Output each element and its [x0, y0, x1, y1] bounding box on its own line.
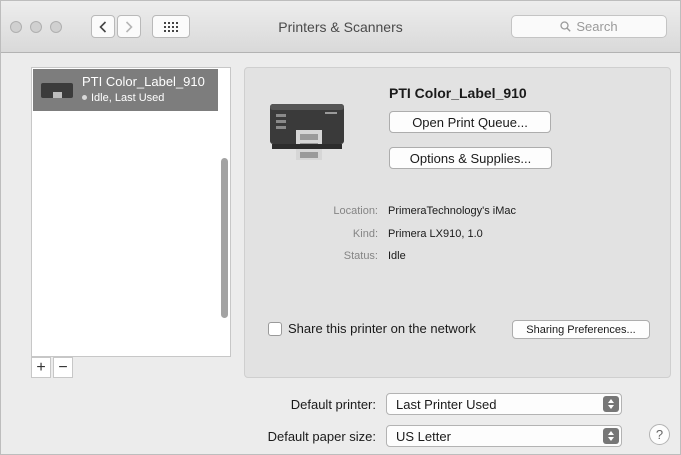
help-button[interactable]: ? — [649, 424, 670, 445]
default-printer-select[interactable]: Last Printer Used — [386, 393, 622, 415]
select-arrows-icon — [603, 428, 619, 444]
zoom-window-button[interactable] — [50, 21, 62, 33]
search-icon — [560, 21, 572, 32]
default-paper-size-select[interactable]: US Letter — [386, 425, 622, 447]
options-supplies-button[interactable]: Options & Supplies... — [389, 147, 552, 169]
open-print-queue-button[interactable]: Open Print Queue... — [389, 111, 551, 133]
kind-label: Kind: — [352, 228, 378, 240]
chevron-left-icon — [99, 20, 107, 33]
title-bar: Printers & Scanners Search — [1, 1, 680, 53]
add-printer-button[interactable]: + — [31, 357, 51, 378]
list-scrollbar[interactable] — [221, 158, 228, 318]
status-label: Status: — [343, 250, 378, 262]
sharing-preferences-button[interactable]: Sharing Preferences... — [512, 320, 650, 339]
default-printer-label: Default printer: — [290, 397, 376, 412]
printer-list-item-name: PTI Color_Label_910 — [82, 74, 205, 89]
share-printer-checkbox[interactable] — [268, 322, 282, 336]
default-paper-size-label: Default paper size: — [267, 429, 376, 444]
share-printer-label[interactable]: Share this printer on the network — [288, 321, 476, 336]
printers-scanners-window: Printers & Scanners Search PTI Color_Lab… — [0, 0, 681, 455]
printer-list[interactable]: PTI Color_Label_910 Idle, Last Used — [31, 67, 231, 357]
printer-image — [270, 104, 344, 160]
printer-thumbnail-icon — [41, 83, 73, 98]
default-paper-size-value: US Letter — [396, 428, 451, 444]
grid-icon — [164, 21, 178, 32]
chevron-right-icon — [125, 20, 133, 33]
location-value: PrimeraTechnology's iMac — [388, 205, 517, 217]
printer-list-item-status-text: Idle, Last Used — [91, 92, 165, 104]
minimize-window-button[interactable] — [30, 21, 42, 33]
printer-list-item[interactable]: PTI Color_Label_910 Idle, Last Used — [33, 69, 218, 111]
printer-detail-panel: PTI Color_Label_910 Open Print Queue... … — [244, 67, 671, 378]
kind-value: Primera LX910, 1.0 — [388, 228, 483, 240]
default-printer-value: Last Printer Used — [396, 396, 497, 412]
search-field[interactable]: Search — [511, 15, 667, 38]
forward-button[interactable] — [117, 15, 141, 38]
select-arrows-icon — [603, 396, 619, 412]
location-label: Location: — [333, 205, 378, 217]
show-all-button[interactable] — [152, 15, 190, 38]
close-window-button[interactable] — [10, 21, 22, 33]
printer-list-item-status: Idle, Last Used — [82, 92, 164, 104]
search-placeholder: Search — [576, 19, 618, 34]
status-value: Idle — [388, 250, 406, 262]
remove-printer-button[interactable]: − — [53, 357, 73, 378]
status-dot-icon — [82, 95, 87, 100]
back-button[interactable] — [91, 15, 115, 38]
printer-name: PTI Color_Label_910 — [389, 85, 527, 101]
